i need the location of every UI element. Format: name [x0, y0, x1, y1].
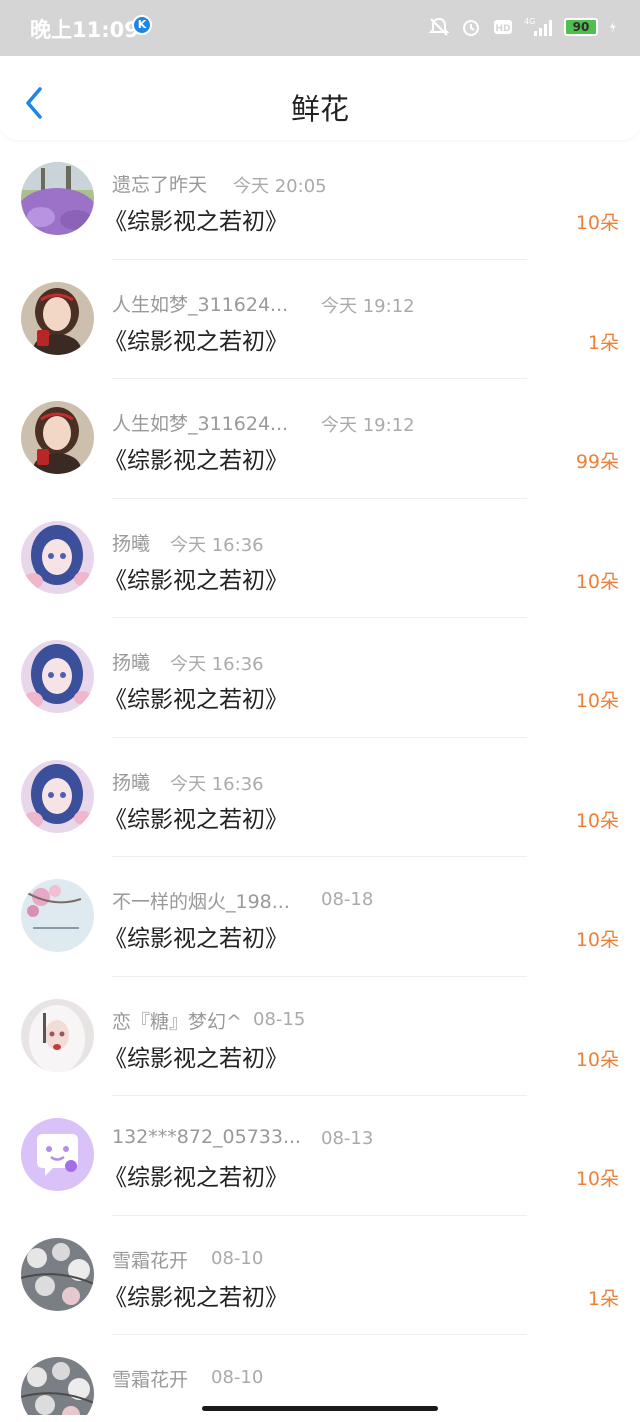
sender-name: 人生如梦_311624... — [112, 413, 289, 435]
status-time: 晚上11:09 — [30, 18, 139, 42]
alarm-icon — [463, 20, 479, 36]
book-title: 《综影视之若初》 — [104, 806, 288, 833]
book-title: 《综影视之若初》 — [104, 567, 288, 594]
sender-name: 恋『糖』梦幻^ — [112, 1010, 242, 1033]
app-notification-icon: K — [132, 15, 152, 35]
avatar[interactable] — [21, 998, 94, 1072]
flower-amount: 10朵 — [575, 1048, 619, 1071]
list-item[interactable]: 不一样的烟火_198... 08-18 《综影视之若初》 10朵 — [0, 857, 640, 977]
avatar[interactable] — [21, 1237, 94, 1311]
blossom-avatar-icon — [21, 879, 94, 952]
nav-bar: 鲜花 — [0, 56, 640, 140]
girl-portrait-avatar-icon — [21, 401, 94, 474]
snow-blossom-avatar-icon — [21, 1357, 94, 1415]
send-time: 今天 19:12 — [321, 415, 415, 436]
send-time: 今天 16:36 — [170, 534, 264, 556]
flower-gift-list: 遗忘了昨天 今天 20:05 《综影视之若初》 10朵 人生如梦_311624.… — [0, 140, 640, 1415]
book-title: 《综影视之若初》 — [104, 926, 288, 952]
book-title: 《综影视之若初》 — [104, 1165, 288, 1191]
send-time: 今天 16:36 — [170, 654, 264, 675]
flower-amount: 99朵 — [575, 451, 619, 473]
flower-amount: 10朵 — [575, 809, 619, 832]
home-indicator[interactable] — [202, 1406, 438, 1411]
avatar[interactable] — [21, 281, 94, 355]
list-item[interactable]: 扬曦 今天 16:36 《综影视之若初》 10朵 — [0, 738, 640, 857]
send-time: 今天 16:36 — [170, 773, 264, 795]
send-time: 08-13 — [321, 1128, 374, 1149]
page-title: 鲜花 — [290, 92, 349, 126]
flower-amount: 10朵 — [575, 212, 619, 234]
cellular-signal-icon: 4G — [524, 17, 552, 36]
flower-amount: 1朵 — [587, 1287, 619, 1310]
book-title: 《综影视之若初》 — [104, 1045, 288, 1072]
svg-text:HD: HD — [495, 24, 510, 34]
sender-name: 扬曦 — [112, 532, 151, 555]
list-item[interactable]: 132***872_05733... 08-13 《综影视之若初》 10朵 — [0, 1096, 640, 1216]
default-chat-avatar-icon — [21, 1118, 94, 1191]
avatar[interactable] — [21, 1118, 94, 1191]
anime-girl-avatar-icon — [21, 640, 94, 713]
book-title: 《综影视之若初》 — [104, 328, 288, 355]
avatar[interactable] — [21, 520, 94, 594]
flower-amount: 10朵 — [575, 929, 619, 951]
avatar[interactable] — [21, 759, 94, 833]
sender-name: 扬曦 — [112, 652, 151, 674]
avatar[interactable] — [21, 162, 94, 235]
flower-amount: 10朵 — [575, 570, 619, 593]
book-title: 《综影视之若初》 — [104, 209, 288, 235]
bell-off-icon — [428, 17, 450, 36]
sender-name: 雪霜花开 — [112, 1249, 189, 1272]
send-time: 08-18 — [321, 889, 374, 910]
sender-name: 人生如梦_311624... — [112, 293, 289, 316]
white-hair-girl-avatar-icon — [21, 998, 94, 1072]
sender-name: 遗忘了昨天 — [112, 174, 208, 196]
send-time: 08-15 — [253, 1008, 306, 1030]
flower-amount: 10朵 — [575, 690, 619, 712]
avatar[interactable] — [21, 640, 94, 713]
sender-name: 不一样的烟火_198... — [112, 891, 290, 913]
anime-girl-avatar-icon — [21, 520, 94, 594]
send-time: 08-10 — [211, 1247, 264, 1269]
status-bar: 晚上11:09 K HD 4G 90 — [0, 0, 640, 56]
signal-label: 4G — [524, 17, 535, 26]
list-item[interactable]: 雪霜花开 08-10 — [0, 1335, 640, 1415]
flower-amount: 1朵 — [587, 331, 619, 354]
book-title: 《综影视之若初》 — [104, 687, 288, 713]
list-item[interactable]: 扬曦 今天 16:36 《综影视之若初》 10朵 — [0, 618, 640, 738]
sender-name: 扬曦 — [112, 771, 151, 794]
flower-amount: 10朵 — [575, 1168, 619, 1190]
list-item[interactable]: 雪霜花开 08-10 《综影视之若初》 1朵 — [0, 1216, 640, 1335]
snow-blossom-avatar-icon — [21, 1237, 94, 1311]
battery-icon: 90 — [564, 18, 598, 36]
avatar[interactable] — [21, 879, 94, 952]
book-title: 《综影视之若初》 — [104, 1284, 288, 1311]
list-item[interactable]: 人生如梦_311624... 今天 19:12 《综影视之若初》 99朵 — [0, 379, 640, 499]
book-title: 《综影视之若初》 — [104, 448, 288, 474]
sender-name: 雪霜花开 — [112, 1369, 189, 1391]
girl-portrait-avatar-icon — [21, 281, 94, 355]
send-time: 今天 20:05 — [233, 176, 327, 197]
send-time: 今天 19:12 — [321, 295, 415, 317]
list-item[interactable]: 扬曦 今天 16:36 《综影视之若初》 10朵 — [0, 499, 640, 618]
anime-girl-avatar-icon — [21, 759, 94, 833]
charging-icon — [609, 21, 616, 33]
list-item[interactable]: 遗忘了昨天 今天 20:05 《综影视之若初》 10朵 — [0, 140, 640, 260]
hd-icon: HD — [494, 20, 512, 34]
sender-name: 132***872_05733... — [112, 1126, 302, 1148]
avatar[interactable] — [21, 401, 94, 474]
list-item[interactable]: 人生如梦_311624... 今天 19:12 《综影视之若初》 1朵 — [0, 260, 640, 379]
list-item[interactable]: 恋『糖』梦幻^ 08-15 《综影视之若初》 10朵 — [0, 977, 640, 1096]
flower-field-avatar-icon — [21, 162, 94, 235]
send-time: 08-10 — [211, 1367, 264, 1388]
avatar[interactable] — [21, 1357, 94, 1415]
